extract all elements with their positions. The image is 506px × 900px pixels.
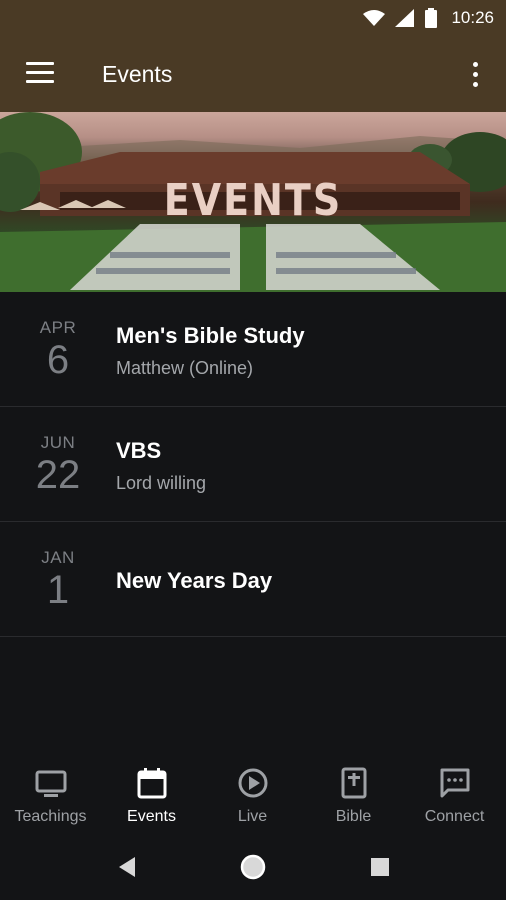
tab-teachings[interactable]: Teachings bbox=[0, 760, 101, 826]
chat-icon bbox=[440, 768, 469, 798]
tab-label: Events bbox=[127, 808, 176, 825]
event-item[interactable]: APR 6 Men's Bible Study Matthew (Online) bbox=[0, 292, 506, 407]
hero-image: EVENTS bbox=[0, 112, 506, 292]
more-vert-icon[interactable] bbox=[466, 60, 484, 90]
tab-bible[interactable]: Bible bbox=[303, 760, 404, 826]
event-day: 22 bbox=[35, 453, 81, 497]
hero-title: EVENTS bbox=[163, 174, 343, 226]
event-date: JAN 1 bbox=[26, 548, 90, 610]
tab-connect[interactable]: Connect bbox=[404, 760, 505, 826]
tab-events[interactable]: Events bbox=[101, 760, 202, 826]
signal-icon bbox=[395, 9, 415, 27]
back-icon[interactable] bbox=[117, 856, 137, 878]
calendar-icon bbox=[137, 768, 166, 799]
recents-icon[interactable] bbox=[370, 857, 390, 877]
event-info: VBS Lord willing bbox=[116, 438, 206, 494]
tab-live[interactable]: Live bbox=[202, 760, 303, 826]
event-date: APR 6 bbox=[26, 318, 90, 380]
tv-icon bbox=[35, 770, 66, 797]
app-bar: Events bbox=[0, 36, 506, 112]
event-title: New Years Day bbox=[116, 568, 273, 593]
bible-icon bbox=[341, 767, 366, 799]
event-info: Men's Bible Study Matthew (Online) bbox=[116, 323, 305, 379]
event-info: New Years Day bbox=[116, 568, 272, 594]
status-time: 10:26 bbox=[451, 8, 494, 27]
event-month: JAN bbox=[41, 548, 75, 567]
page-title: Events bbox=[102, 61, 173, 87]
event-date: JUN 22 bbox=[26, 433, 90, 495]
event-subtitle: Lord willing bbox=[116, 473, 207, 493]
bottom-nav: Teachings Events Live Bible Connect bbox=[0, 760, 506, 828]
wifi-icon bbox=[363, 10, 386, 26]
event-month: JUN bbox=[40, 433, 76, 452]
event-day: 1 bbox=[46, 568, 70, 612]
event-list: APR 6 Men's Bible Study Matthew (Online)… bbox=[0, 292, 506, 637]
play-circle-icon bbox=[238, 768, 267, 798]
event-item[interactable]: JAN 1 New Years Day bbox=[0, 522, 506, 637]
home-icon[interactable] bbox=[239, 853, 267, 881]
event-subtitle: Matthew (Online) bbox=[116, 358, 254, 378]
event-item[interactable]: JUN 22 VBS Lord willing bbox=[0, 407, 506, 522]
tab-label: Teachings bbox=[14, 808, 87, 825]
system-nav-bar bbox=[0, 834, 506, 900]
event-day: 6 bbox=[46, 338, 70, 382]
tab-label: Bible bbox=[335, 808, 372, 825]
tab-label: Connect bbox=[424, 808, 485, 825]
menu-icon[interactable] bbox=[26, 62, 54, 84]
event-title: Men's Bible Study bbox=[116, 323, 305, 348]
event-month: APR bbox=[39, 318, 77, 337]
event-title: VBS bbox=[116, 438, 162, 463]
status-icons: 10:26 bbox=[363, 6, 494, 30]
status-bar: 10:26 bbox=[0, 0, 506, 36]
battery-icon bbox=[425, 8, 438, 28]
tab-label: Live bbox=[237, 808, 268, 825]
